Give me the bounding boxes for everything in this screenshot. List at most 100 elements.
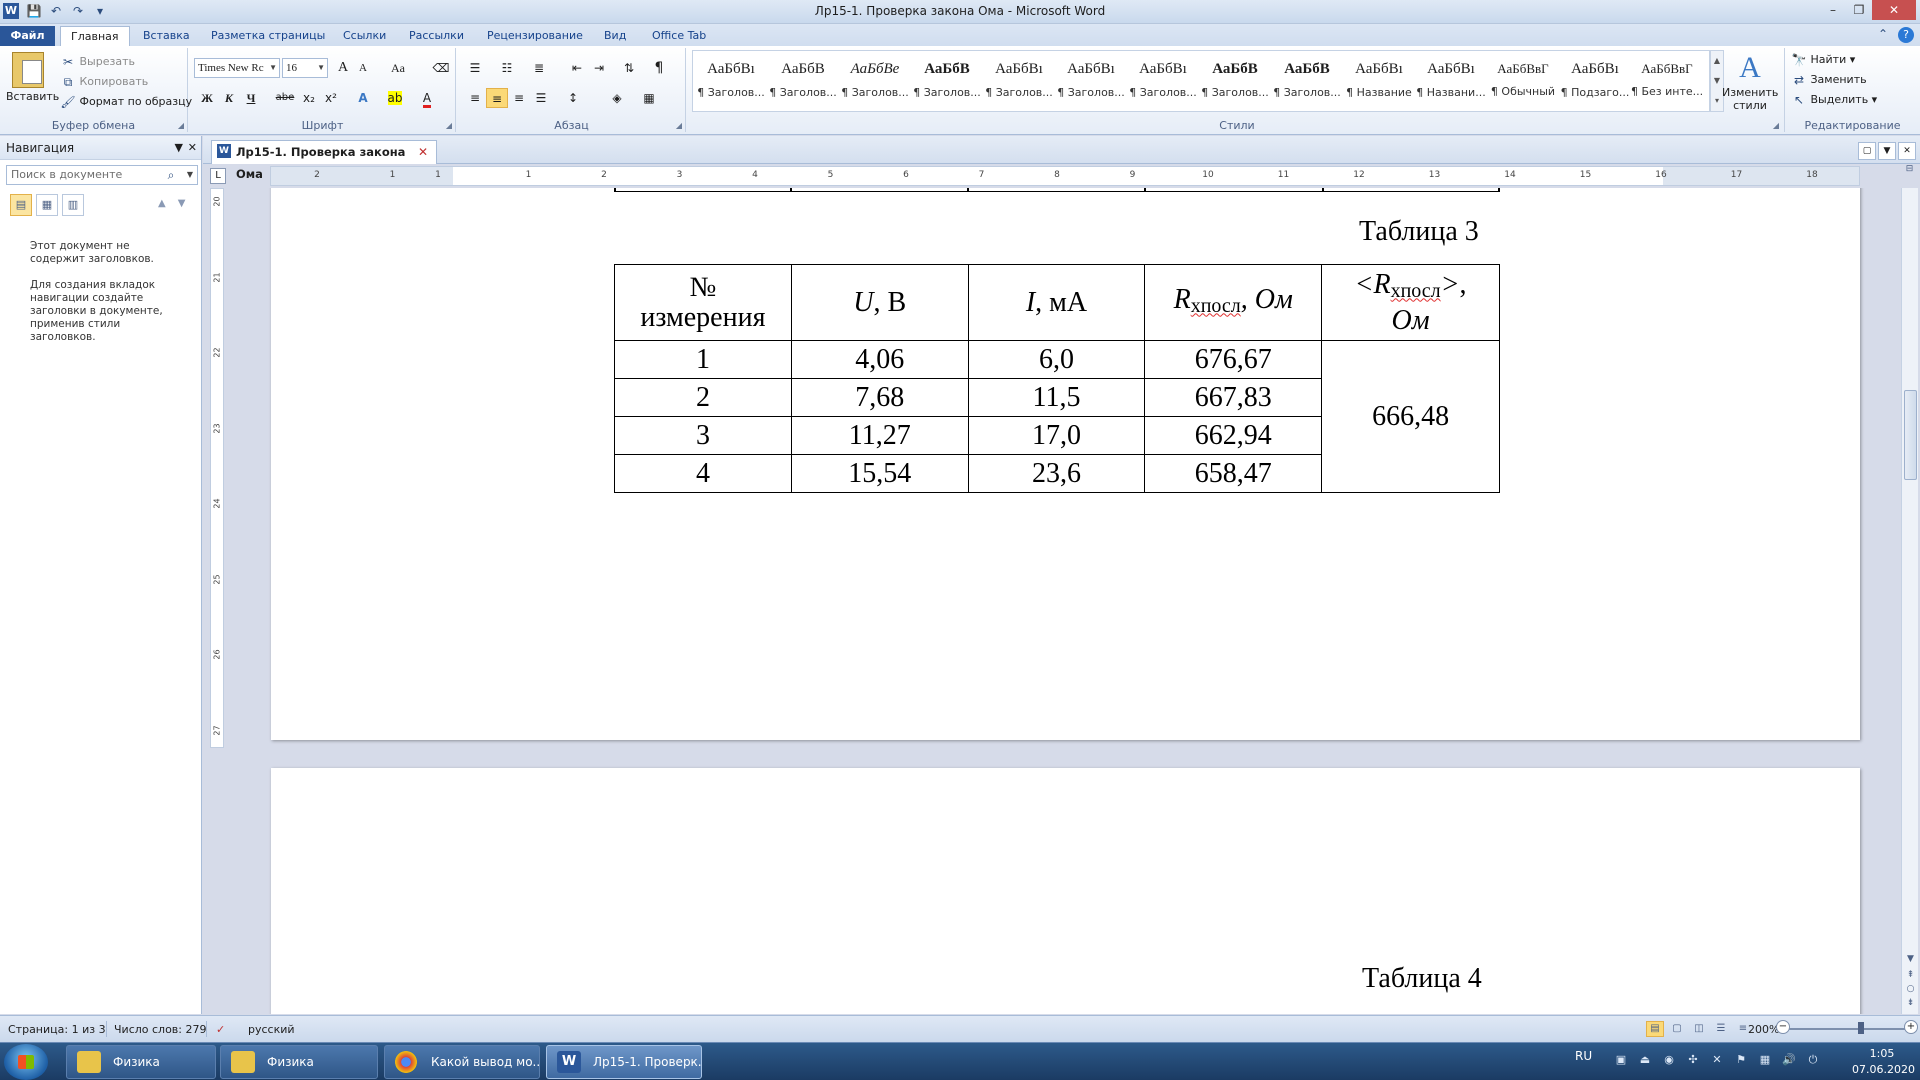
taskbar-item[interactable]: W Лр15-1. Проверк... <box>546 1045 702 1079</box>
multilevel-list-button[interactable]: ≣ <box>528 58 550 78</box>
tab-view[interactable]: Вид <box>594 26 636 46</box>
input-language[interactable]: RU <box>1575 1049 1592 1063</box>
align-center-button[interactable]: ≡ <box>486 88 508 108</box>
clock[interactable]: 1:05 07.06.2020 <box>1852 1046 1915 1078</box>
scrollbar-thumb[interactable] <box>1904 390 1917 480</box>
document-page[interactable]: Таблица 4 <box>271 768 1860 1014</box>
nvidia-icon[interactable]: ▣ <box>1614 1053 1628 1067</box>
cut-button[interactable]: ✂ Вырезать <box>60 54 135 70</box>
new-tab-icon[interactable]: ▢ <box>1858 142 1876 160</box>
grow-font-button[interactable]: A <box>332 58 354 78</box>
horizontal-ruler[interactable]: 2 1 1 1 2 3 4 5 6 7 8 9 10 11 12 13 14 15 16 17 18 <box>270 166 1860 186</box>
align-left-button[interactable]: ≡ <box>464 88 486 108</box>
align-right-button[interactable]: ≡ <box>508 88 530 108</box>
document-page[interactable]: Таблица 3 № измерения U, В I, мА Rхпосл, … <box>271 188 1860 740</box>
line-spacing-button[interactable]: ↕ <box>562 88 584 108</box>
tab-references[interactable]: Ссылки <box>333 26 396 46</box>
shading-button[interactable]: ◈ <box>606 88 628 108</box>
collapse-ribbon-icon[interactable]: ⌃ <box>1878 27 1888 43</box>
network-icon[interactable]: ▦ <box>1758 1053 1772 1067</box>
zoom-slider[interactable]: − + <box>1776 1020 1918 1034</box>
vertical-scrollbar[interactable]: ▼ ⇞ ○ ⇟ <box>1901 188 1918 1014</box>
sort-button[interactable]: ⇅ <box>618 58 640 78</box>
shrink-font-button[interactable]: A <box>352 58 374 78</box>
bold-button[interactable]: Ж <box>196 88 218 108</box>
scroll-down-icon[interactable]: ▼ <box>1902 954 1919 964</box>
taskbar-item[interactable]: Физика <box>66 1045 216 1079</box>
tab-office-tab[interactable]: Office Tab <box>642 26 716 46</box>
outline-icon[interactable]: ☰ <box>1712 1021 1730 1037</box>
underline-button[interactable]: Ч <box>240 88 262 108</box>
close-icon[interactable]: ✕ <box>1898 142 1916 160</box>
font-name-combo[interactable]: Times New Rc ▼ <box>194 58 280 78</box>
close-icon[interactable]: ✕ <box>188 136 197 160</box>
superscript-button[interactable]: x² <box>320 88 342 108</box>
pages-view-icon[interactable]: ▦ <box>36 194 58 216</box>
tab-review[interactable]: Рецензирование <box>477 26 593 46</box>
minimize-button[interactable]: – <box>1820 0 1846 20</box>
font-color-button[interactable]: A <box>416 88 438 108</box>
styles-launcher-icon[interactable]: ◢ <box>1773 121 1779 130</box>
ruler-toggle[interactable]: ⊟ <box>1901 164 1918 188</box>
volume-icon[interactable]: 🔊 <box>1782 1053 1796 1067</box>
borders-button[interactable]: ▦ <box>638 88 660 108</box>
replace-button[interactable]: ⇄ Заменить <box>1791 72 1867 88</box>
close-tab-icon[interactable]: ✕ <box>418 141 428 163</box>
chevron-down-icon[interactable]: ▼ <box>1878 142 1896 160</box>
clear-formatting-button[interactable]: ⌫ <box>430 58 452 78</box>
close-button[interactable]: ✕ <box>1872 0 1916 20</box>
arrow-down-icon[interactable]: ▼ <box>178 198 198 209</box>
usb-icon[interactable]: ⏏ <box>1638 1053 1652 1067</box>
paragraph-launcher-icon[interactable]: ◢ <box>676 121 682 130</box>
text-effects-button[interactable]: A <box>352 88 374 108</box>
tab-mailings[interactable]: Рассылки <box>399 26 474 46</box>
browse-object-icon[interactable]: ○ <box>1902 984 1919 994</box>
font-size-combo[interactable]: 16 ▼ <box>282 58 328 78</box>
help-icon[interactable]: ? <box>1898 27 1914 43</box>
next-page-icon[interactable]: ⇟ <box>1902 998 1919 1008</box>
zoom-out-icon[interactable]: − <box>1776 1020 1790 1034</box>
select-button[interactable]: ↖ Выделить ▾ <box>1791 92 1877 108</box>
bullets-button[interactable]: ☰ <box>464 58 486 78</box>
arrow-up-icon[interactable]: ▲ <box>158 198 178 209</box>
numbering-button[interactable]: ☷ <box>496 58 518 78</box>
justify-button[interactable]: ☰ <box>530 88 552 108</box>
paste-button[interactable]: Вставить <box>6 52 59 103</box>
zoom-slider-knob[interactable] <box>1858 1022 1864 1034</box>
gpu-icon[interactable]: ✣ <box>1686 1053 1700 1067</box>
tab-insert[interactable]: Вставка <box>133 26 200 46</box>
taskbar-item[interactable]: Физика <box>220 1045 378 1079</box>
document-tab[interactable]: W Лр15-1. Проверка закона Ома ✕ <box>211 140 437 181</box>
maximize-button[interactable]: ❐ <box>1846 0 1872 20</box>
start-button[interactable] <box>4 1044 48 1080</box>
copy-button[interactable]: ⧉ Копировать <box>60 74 149 90</box>
chevron-down-icon[interactable]: ▼ <box>175 136 183 160</box>
full-screen-reading-icon[interactable]: ▢ <box>1668 1021 1686 1037</box>
flag-icon[interactable]: ⚑ <box>1734 1053 1748 1067</box>
tools-icon[interactable]: ✕ <box>1710 1053 1724 1067</box>
increase-indent-button[interactable]: ⇥ <box>588 58 610 78</box>
taskbar-item[interactable]: Какой вывод мо... <box>384 1045 540 1079</box>
proofing-icon[interactable]: ✓ <box>216 1023 225 1036</box>
previous-page-icon[interactable]: ⇞ <box>1902 970 1919 980</box>
format-painter-button[interactable]: 🖌 Формат по образцу <box>60 94 192 110</box>
page-count[interactable]: Страница: 1 из 3 <box>8 1023 106 1036</box>
italic-button[interactable]: К <box>218 88 240 108</box>
tab-page-layout[interactable]: Разметка страницы <box>201 26 335 46</box>
search-icon[interactable]: ⌕ <box>163 167 179 183</box>
print-layout-icon[interactable]: ▤ <box>1646 1021 1664 1037</box>
antivirus-icon[interactable]: ◉ <box>1662 1053 1676 1067</box>
language-indicator[interactable]: русский <box>248 1023 295 1036</box>
headings-view-icon[interactable]: ▤ <box>10 194 32 216</box>
highlight-button[interactable]: ab <box>384 88 406 108</box>
show-marks-button[interactable]: ¶ <box>648 58 670 78</box>
word-count[interactable]: Число слов: 279 <box>114 1023 207 1036</box>
navigation-search-input[interactable]: Поиск в документе ⌕ ▼ <box>6 165 198 185</box>
zoom-level[interactable]: 200% <box>1748 1023 1779 1036</box>
tab-file[interactable]: Файл <box>0 26 55 46</box>
decrease-indent-button[interactable]: ⇤ <box>566 58 588 78</box>
find-button[interactable]: 🔭 Найти ▾ <box>1791 52 1856 68</box>
results-view-icon[interactable]: ▥ <box>62 194 84 216</box>
tab-selector[interactable]: L <box>210 168 226 184</box>
zoom-in-icon[interactable]: + <box>1904 1020 1918 1034</box>
